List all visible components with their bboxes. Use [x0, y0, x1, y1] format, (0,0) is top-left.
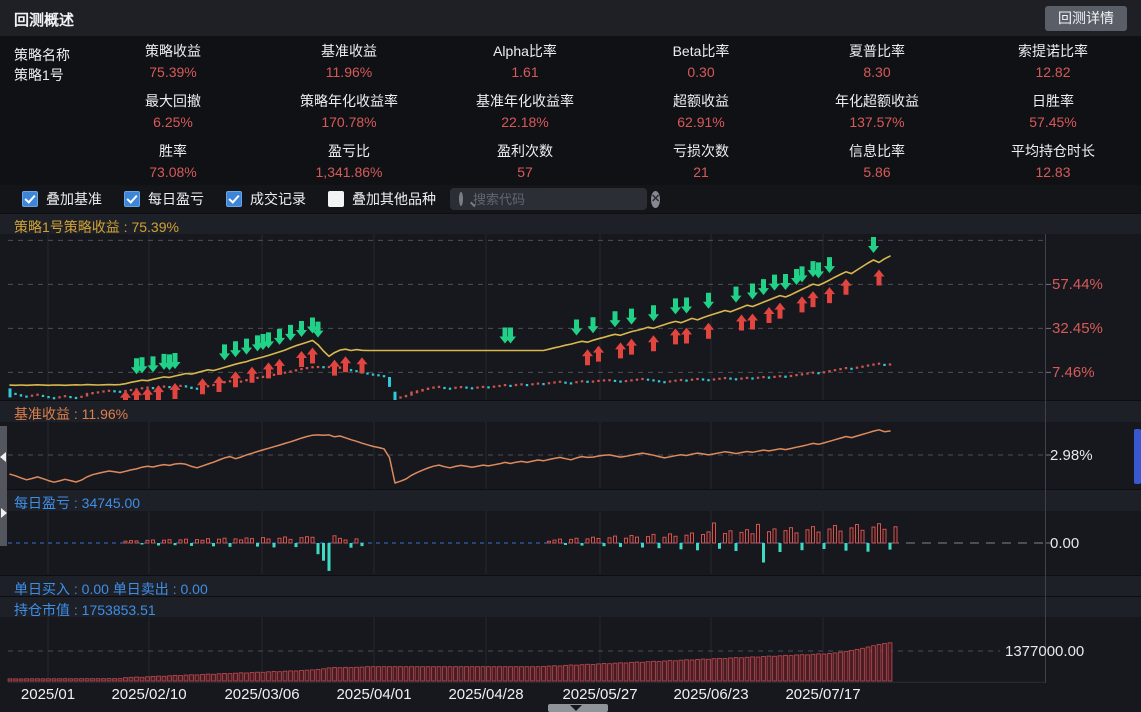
- collapse-left-icon[interactable]: [0, 452, 6, 462]
- strategy-title-value: 75.39%: [131, 219, 178, 235]
- position-title-label: 持仓市值: [14, 602, 70, 618]
- daily-buy-label: 单日买入: [14, 581, 70, 597]
- x-tick-4: 2025/04/28: [448, 686, 523, 703]
- search-icon: [459, 192, 463, 206]
- checkbox-box-1[interactable]: [124, 191, 140, 207]
- pane-splitter[interactable]: [0, 426, 7, 546]
- checkbox-box-0[interactable]: [22, 191, 38, 207]
- checkbox-box-2[interactable]: [226, 191, 242, 207]
- x-tick-1: 2025/02/10: [111, 686, 186, 703]
- stat-alpha: Alpha比率1.61: [437, 36, 613, 86]
- strategy-panel-title: 策略1号策略收益 : 75.39%: [0, 213, 1141, 234]
- stat-information-ratio: 信息比率5.86: [789, 135, 965, 185]
- stat-avg-holding-period: 平均持仓时长12.83: [965, 135, 1141, 185]
- chart-toolbar: 叠加基准 每日盈亏 成交记录 叠加其他品种 ✕: [0, 185, 1141, 213]
- checkbox-overlay-benchmark[interactable]: 叠加基准: [22, 189, 102, 209]
- x-tick-3: 2025/04/01: [336, 686, 411, 703]
- benchmark-return-chart[interactable]: [0, 422, 1141, 489]
- stat-sortino: 索提诺比率12.82: [965, 36, 1141, 86]
- expand-right-icon[interactable]: [1, 508, 7, 518]
- backtest-detail-button[interactable]: 回测详情: [1045, 6, 1127, 31]
- stat-win-count: 盈利次数57: [437, 135, 613, 185]
- axis-label-32: 32.45%: [1052, 320, 1103, 337]
- axis-label-bench: 2.98%: [1050, 447, 1093, 464]
- daily-buy-value: 0.00: [82, 581, 109, 597]
- benchmark-panel-title: 基准收益 : 11.96%: [0, 400, 1141, 422]
- benchmark-title-value: 11.96%: [82, 406, 128, 422]
- backtest-app: 回测概述 回测详情 策略名称 策略1号 策略收益75.39% 基准收益11.96…: [0, 0, 1141, 712]
- daily-pnl-chart[interactable]: [0, 511, 1141, 574]
- stat-excess-return: 超额收益62.91%: [613, 86, 789, 136]
- trade-panel-title: 单日买入 : 0.00 单日卖出 : 0.00: [0, 575, 1141, 596]
- position-value-chart[interactable]: [0, 617, 1141, 683]
- stat-sharpe: 夏普比率8.30: [789, 36, 965, 86]
- stat-annual-return: 策略年化收益率170.78%: [261, 86, 437, 136]
- strategy-return-chart[interactable]: [0, 234, 1141, 400]
- strategy-title-label: 策略1号策略收益: [14, 219, 120, 235]
- checkbox-box-3[interactable]: [328, 191, 344, 207]
- horizontal-scrollbar-thumb[interactable]: [548, 704, 608, 712]
- daily-pnl-panel-title: 每日盈亏 : 34745.00: [0, 489, 1141, 511]
- axis-label-position: 1377000.00: [1005, 643, 1084, 660]
- page-title: 回测概述: [14, 9, 74, 30]
- stat-profit-loss-ratio: 盈亏比1,341.86%: [261, 135, 437, 185]
- daily-sell-value: 0.00: [180, 581, 207, 597]
- symbol-search-box[interactable]: ✕: [450, 188, 647, 210]
- vertical-scrollbar-thumb[interactable]: [1134, 429, 1141, 484]
- axis-label-zero: 0.00: [1050, 535, 1079, 552]
- search-input[interactable]: [471, 191, 651, 208]
- stats-grid: 策略收益75.39% 基准收益11.96% Alpha比率1.61 Beta比率…: [85, 36, 1141, 185]
- daily-pnl-title-label: 每日盈亏: [14, 495, 70, 511]
- chevron-down-icon: [570, 705, 582, 711]
- stat-max-drawdown: 最大回撤6.25%: [85, 86, 261, 136]
- stat-strategy-return: 策略收益75.39%: [85, 36, 261, 86]
- axis-label-7: 7.46%: [1052, 364, 1095, 381]
- checkbox-trade-records[interactable]: 成交记录: [226, 189, 306, 209]
- stat-win-rate: 胜率73.08%: [85, 135, 261, 185]
- strategy-name-label: 策略名称: [14, 45, 70, 65]
- stat-beta: Beta比率0.30: [613, 36, 789, 86]
- stat-benchmark-annual-return: 基准年化收益率22.18%: [437, 86, 613, 136]
- x-tick-6: 2025/06/23: [673, 686, 748, 703]
- benchmark-title-label: 基准收益: [14, 406, 70, 422]
- x-tick-7: 2025/07/17: [785, 686, 860, 703]
- strategy-name-block: 策略名称 策略1号: [14, 45, 70, 85]
- stat-daily-win-rate: 日胜率57.45%: [965, 86, 1141, 136]
- x-tick-0: 2025/01: [21, 686, 75, 703]
- stat-annual-excess-return: 年化超额收益137.57%: [789, 86, 965, 136]
- stat-loss-count: 亏损次数21: [613, 135, 789, 185]
- daily-pnl-title-value: 34745.00: [82, 495, 140, 511]
- checkbox-overlay-other[interactable]: 叠加其他品种: [328, 189, 436, 209]
- axis-label-57: 57.44%: [1052, 276, 1103, 293]
- daily-sell-label: 单日卖出: [113, 581, 169, 597]
- x-tick-5: 2025/05/27: [562, 686, 637, 703]
- checkbox-daily-pnl[interactable]: 每日盈亏: [124, 189, 204, 209]
- header: 回测概述 回测详情: [0, 0, 1141, 36]
- stats-overview: 策略名称 策略1号 策略收益75.39% 基准收益11.96% Alpha比率1…: [0, 36, 1141, 185]
- position-panel-title: 持仓市值 : 1753853.51: [0, 596, 1141, 617]
- right-axis-line: [1045, 234, 1046, 683]
- clear-search-icon[interactable]: ✕: [651, 191, 660, 208]
- position-title-value: 1753853.51: [82, 602, 156, 618]
- strategy-name-value: 策略1号: [14, 65, 70, 85]
- x-tick-2: 2025/03/06: [224, 686, 299, 703]
- stat-benchmark-return: 基准收益11.96%: [261, 36, 437, 86]
